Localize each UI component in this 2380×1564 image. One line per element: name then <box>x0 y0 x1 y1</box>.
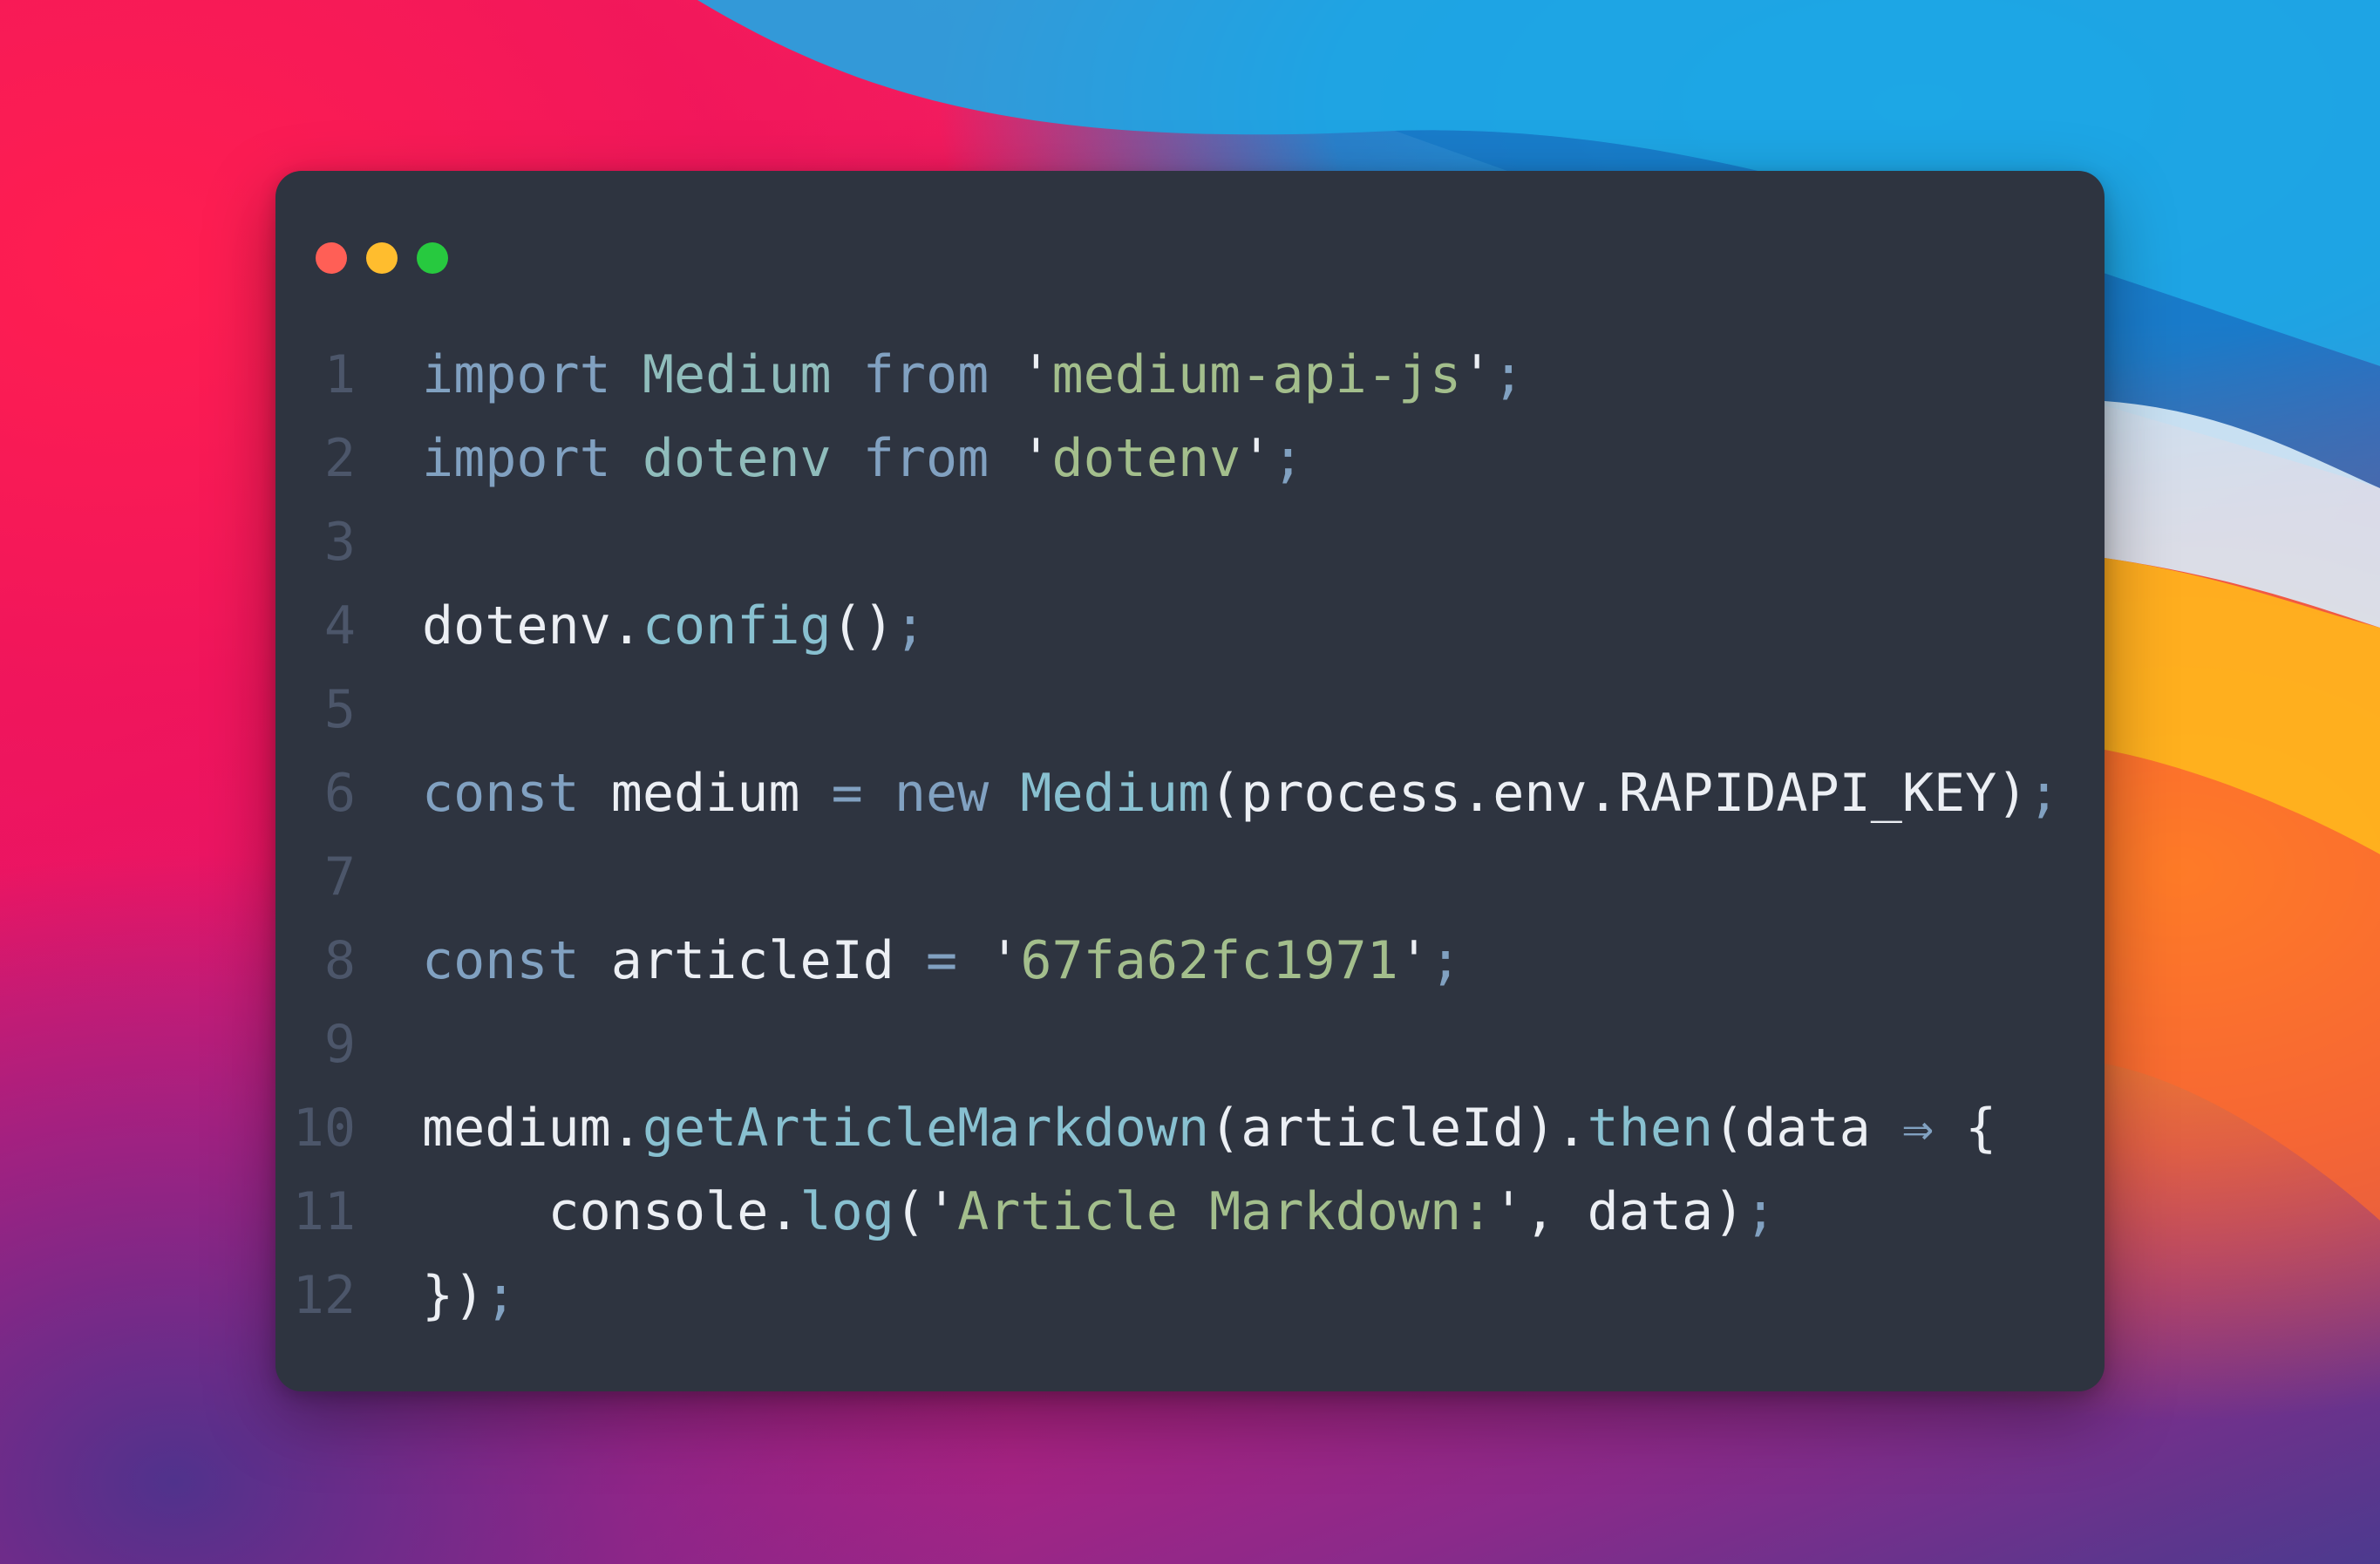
code-token: ' <box>989 930 1021 991</box>
line-number: 1 <box>323 344 356 405</box>
code-token: . <box>610 595 643 656</box>
code-line: 8 const articleId = '67fa62fc1971'; <box>275 919 2105 1003</box>
line-number: 8 <box>323 930 356 991</box>
code-token: . <box>768 1181 800 1242</box>
code-token: dotenv <box>422 595 611 656</box>
code-token: ' <box>1241 428 1273 489</box>
code-token: log <box>799 1181 894 1242</box>
line-number: 10 <box>292 1098 356 1159</box>
code-token: , data) <box>1524 1181 1745 1242</box>
code-token: ; <box>1744 1181 1777 1242</box>
code-text: console.log('Article Markdown:', data); <box>422 1170 1776 1254</box>
window-controls <box>316 242 448 274</box>
code-line: 12}); <box>275 1254 2105 1337</box>
code-token: Medium <box>1020 763 1210 824</box>
code-token: getArticleMarkdown <box>642 1098 1210 1159</box>
code-line: 3 <box>275 500 2105 584</box>
line-number: 3 <box>323 512 356 573</box>
code-token: ; <box>894 595 926 656</box>
code-line: 9 <box>275 1003 2105 1086</box>
code-text: dotenv.config(); <box>422 584 926 668</box>
line-number: 7 <box>323 847 356 908</box>
code-token: medium-api-js <box>1051 344 1462 405</box>
code-token: 67fa62fc1971 <box>1020 930 1398 991</box>
code-text: import Medium from 'medium-api-js'; <box>422 333 1524 417</box>
code-text: const medium = new Medium(process.env.RA… <box>422 751 2059 835</box>
code-token: ' <box>925 1181 958 1242</box>
code-line: 2 import dotenv from 'dotenv'; <box>275 417 2105 500</box>
code-token: medium <box>422 1098 611 1159</box>
code-token: medium <box>579 763 832 824</box>
code-line: 7 <box>275 835 2105 919</box>
code-token: ( <box>894 1181 926 1242</box>
code-token: { <box>1933 1098 1997 1159</box>
code-token: ' <box>1020 428 1052 489</box>
code-text: }); <box>422 1254 516 1337</box>
line-number: 6 <box>323 763 356 824</box>
code-token: ' <box>1493 1181 1525 1242</box>
code-line: 4 dotenv.config(); <box>275 584 2105 668</box>
code-window: 1 import Medium from 'medium-api-js'; 2 imp… <box>275 171 2105 1391</box>
code-token: ' <box>1397 930 1430 991</box>
code-token: ' <box>1461 344 1493 405</box>
code-text: medium.getArticleMarkdown(articleId).the… <box>422 1086 1996 1170</box>
code-token: dotenv <box>1051 428 1241 489</box>
code-token: . <box>610 1098 643 1159</box>
code-token: ; <box>1429 930 1462 991</box>
code-line: 10 medium.getArticleMarkdown(articleId).t… <box>275 1086 2105 1170</box>
maximize-dot-icon[interactable] <box>417 242 448 274</box>
code-token: (process.env.RAPIDAPI_KEY) <box>1209 763 2029 824</box>
code-token: ⇒ <box>1901 1098 1934 1159</box>
code-token: = <box>925 930 958 991</box>
code-line: 5 <box>275 668 2105 751</box>
code-token: ; <box>1272 428 1304 489</box>
code-token: config <box>642 595 832 656</box>
code-line: 1 import Medium from 'medium-api-js'; <box>275 333 2105 417</box>
code-token: import <box>422 428 611 489</box>
code-token: then <box>1587 1098 1714 1159</box>
line-number: 9 <box>323 1014 356 1075</box>
code-token: console <box>422 1181 769 1242</box>
code-token: ' <box>1020 344 1052 405</box>
code-text: import dotenv from 'dotenv'; <box>422 417 1304 500</box>
code-token: import <box>422 344 611 405</box>
code-token: Article Markdown: <box>957 1181 1493 1242</box>
code-token: ; <box>485 1265 517 1326</box>
code-token: (articleId). <box>1209 1098 1588 1159</box>
code-token: new <box>894 763 989 824</box>
code-text: const articleId = '67fa62fc1971'; <box>422 919 1461 1003</box>
line-number: 5 <box>323 679 356 740</box>
code-token: const <box>422 930 580 991</box>
code-block: 1 import Medium from 'medium-api-js'; 2 imp… <box>275 333 2105 1337</box>
code-token: from <box>862 428 989 489</box>
code-token: }) <box>422 1265 486 1326</box>
code-token: = <box>831 763 863 824</box>
code-line: 11 console.log('Article Markdown:', data… <box>275 1170 2105 1254</box>
line-number: 4 <box>323 595 356 656</box>
code-token: from <box>862 344 989 405</box>
code-token: dotenv <box>642 428 832 489</box>
minimize-dot-icon[interactable] <box>366 242 398 274</box>
code-token: (data <box>1713 1098 1902 1159</box>
code-token: () <box>831 595 894 656</box>
close-dot-icon[interactable] <box>316 242 347 274</box>
line-number: 11 <box>292 1181 356 1242</box>
code-token: articleId <box>579 930 926 991</box>
code-token: const <box>422 763 580 824</box>
line-number: 2 <box>323 428 356 489</box>
code-token: ; <box>1493 344 1525 405</box>
code-line: 6 const medium = new Medium(process.env.R… <box>275 751 2105 835</box>
line-number: 12 <box>292 1265 356 1326</box>
code-token: Medium <box>642 344 832 405</box>
code-token: ; <box>2028 763 2060 824</box>
